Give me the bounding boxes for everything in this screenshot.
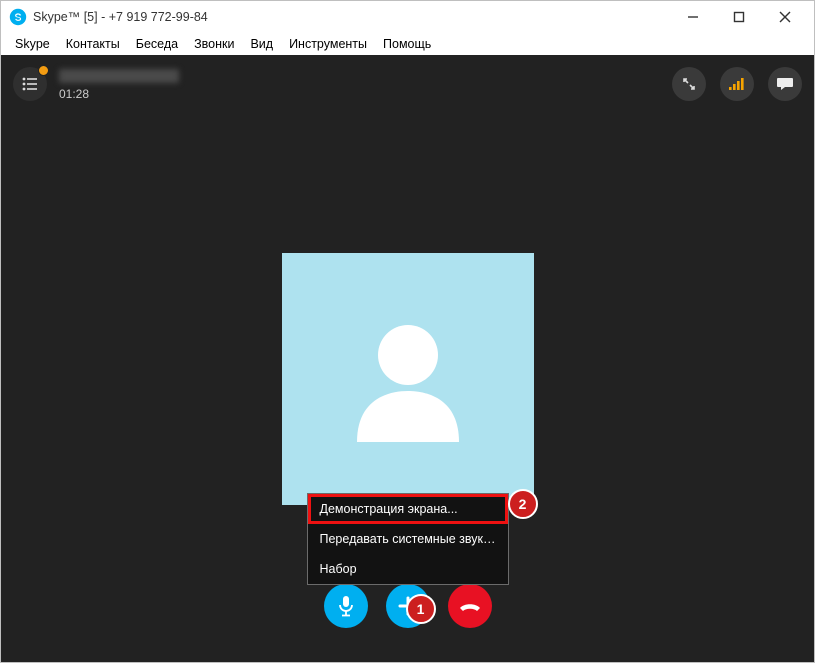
menu-item-system-sounds[interactable]: Передавать системные звуки... — [308, 524, 508, 554]
menu-tools[interactable]: Инструменты — [281, 35, 375, 53]
menu-contacts[interactable]: Контакты — [58, 35, 128, 53]
plus-menu-popup: Демонстрация экрана... Передавать систем… — [307, 493, 509, 585]
close-icon — [779, 11, 791, 23]
call-list-button[interactable] — [13, 67, 47, 101]
chat-icon — [776, 76, 794, 92]
call-info: 01:28 — [13, 67, 179, 101]
avatar — [282, 253, 534, 505]
avatar-placeholder-icon — [333, 304, 483, 454]
call-area: 01:28 — [1, 55, 814, 662]
window-controls — [670, 3, 808, 31]
hangup-icon — [458, 595, 482, 617]
expand-icon — [681, 76, 697, 92]
maximize-button[interactable] — [716, 3, 762, 31]
menu-view[interactable]: Вид — [242, 35, 281, 53]
menu-help[interactable]: Помощь — [375, 35, 439, 53]
annotation-badge-2: 2 — [508, 489, 538, 519]
fullscreen-button[interactable] — [672, 67, 706, 101]
window-title: Skype™ [5] - +7 919 772-99-84 — [33, 10, 670, 24]
minimize-button[interactable] — [670, 3, 716, 31]
maximize-icon — [733, 11, 745, 23]
list-icon — [21, 77, 39, 91]
close-button[interactable] — [762, 3, 808, 31]
call-top-right — [672, 67, 802, 101]
contact-name — [59, 69, 179, 83]
hangup-button[interactable] — [448, 584, 492, 628]
menu-conversation[interactable]: Беседа — [128, 35, 186, 53]
skype-icon — [9, 8, 27, 26]
contact-info: 01:28 — [59, 67, 179, 101]
mute-button[interactable] — [324, 584, 368, 628]
minimize-icon — [687, 11, 699, 23]
status-dot-icon — [38, 65, 49, 76]
call-timer: 01:28 — [59, 87, 179, 101]
menubar: Skype Контакты Беседа Звонки Вид Инструм… — [1, 33, 814, 55]
mic-icon — [336, 595, 356, 617]
signal-icon — [728, 77, 746, 91]
menu-skype[interactable]: Skype — [7, 35, 58, 53]
titlebar: Skype™ [5] - +7 919 772-99-84 — [1, 1, 814, 33]
menu-item-dialpad[interactable]: Набор — [308, 554, 508, 584]
app-window: Skype™ [5] - +7 919 772-99-84 Skype Конт… — [0, 0, 815, 663]
menu-calls[interactable]: Звонки — [186, 35, 242, 53]
call-quality-button[interactable] — [720, 67, 754, 101]
menu-item-share-screen[interactable]: Демонстрация экрана... — [308, 494, 508, 524]
annotation-badge-1: 1 — [406, 594, 436, 624]
chat-button[interactable] — [768, 67, 802, 101]
